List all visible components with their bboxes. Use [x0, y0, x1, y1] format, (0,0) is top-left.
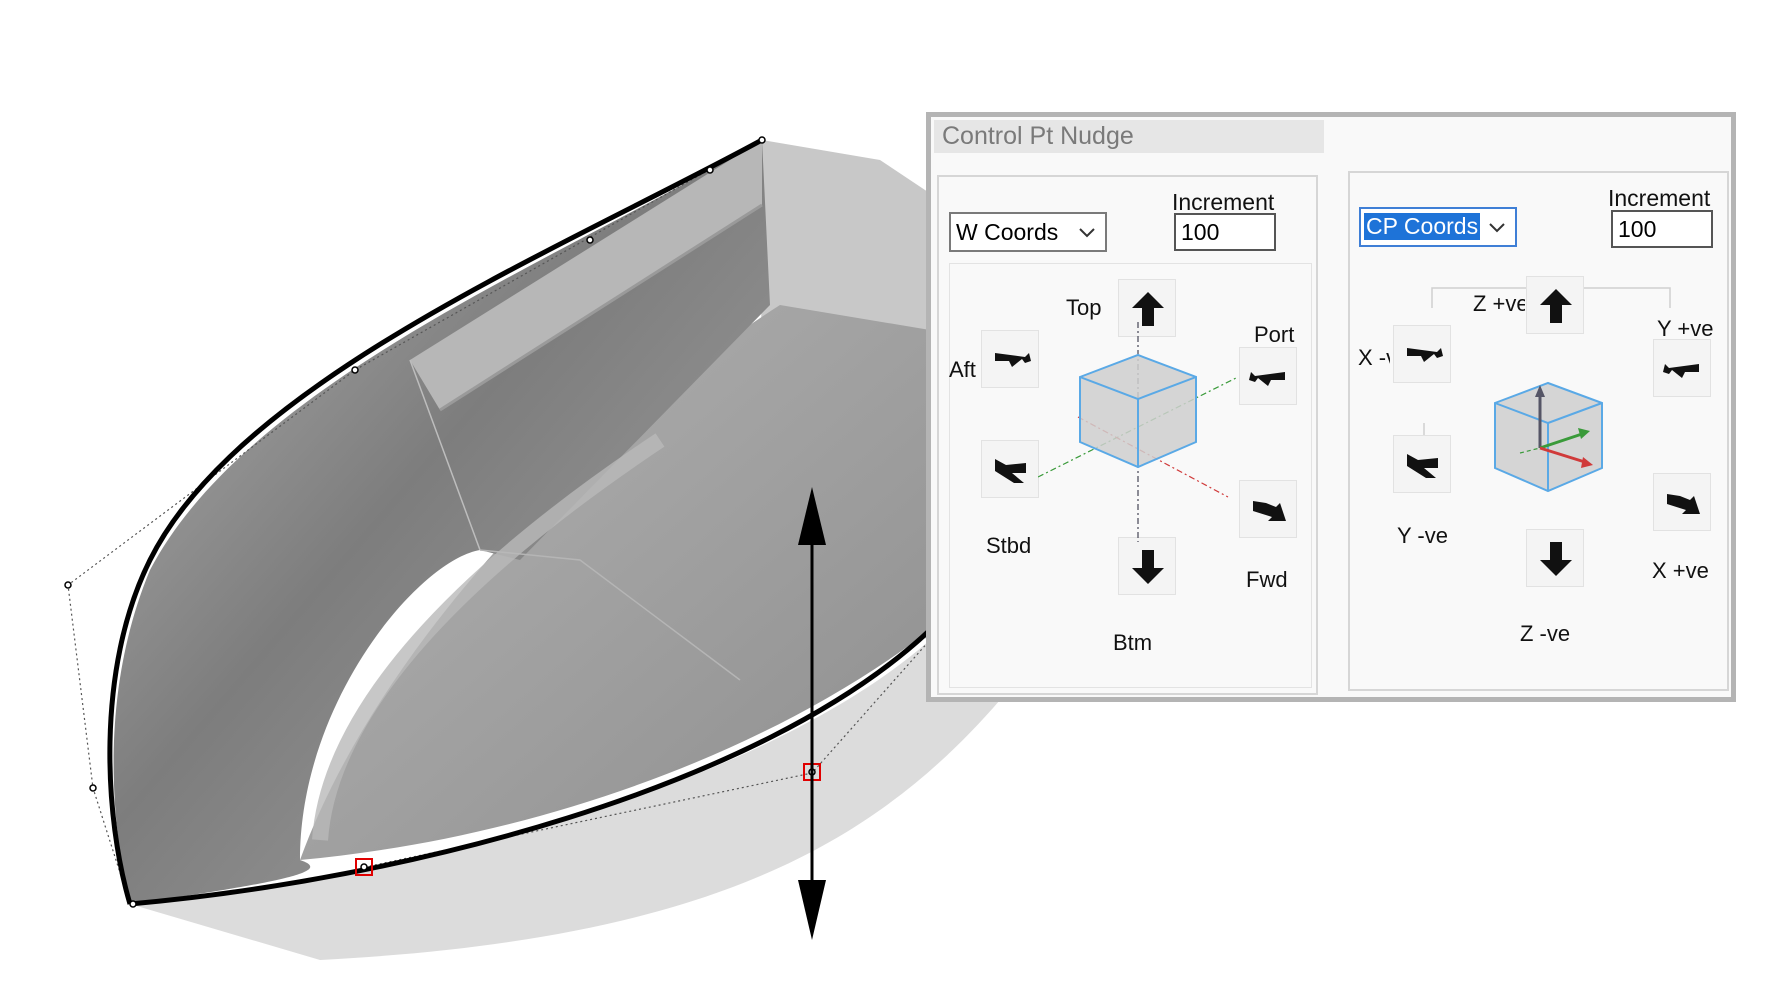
- control-point: [129, 900, 137, 908]
- label-btm: Btm: [1113, 630, 1153, 655]
- nudge-stbd-button[interactable]: [981, 440, 1039, 498]
- world-coords-group: W Coords Increment Top Port Aft Stbd Fwd…: [937, 175, 1318, 695]
- nudge-y-neg-button[interactable]: [1393, 435, 1451, 493]
- nudge-x-pos-button[interactable]: [1653, 473, 1711, 531]
- nudge-y-pos-button[interactable]: [1653, 339, 1711, 397]
- control-point: [586, 236, 594, 244]
- down-arrow-icon: [1540, 542, 1572, 576]
- nudge-fwd-icon: [1667, 494, 1700, 514]
- label-stbd: Stbd: [986, 533, 1032, 558]
- nudge-aft-button[interactable]: [981, 330, 1039, 388]
- nudge-port-icon: [1249, 372, 1285, 386]
- chevron-down-icon: [1079, 228, 1095, 238]
- control-point: [64, 581, 72, 589]
- control-point: [758, 136, 766, 144]
- nudge-port-icon: [1663, 364, 1699, 378]
- nudge-port-button[interactable]: [1239, 347, 1297, 405]
- control-point: [706, 166, 714, 174]
- nudge-z-pos-button[interactable]: [1526, 276, 1584, 334]
- nudge-aft-icon: [995, 353, 1031, 367]
- increment-input[interactable]: [1174, 213, 1276, 251]
- coord-system-value: W Coords: [956, 219, 1059, 245]
- boat-hull: [113, 140, 1000, 960]
- nudge-stbd-icon: [995, 459, 1026, 483]
- nudge-x-neg-button[interactable]: [1393, 325, 1451, 383]
- nudge-fwd-icon: [1253, 501, 1286, 521]
- up-arrow-icon: [1540, 289, 1572, 323]
- panel-title: Control Pt Nudge: [934, 120, 1324, 153]
- nudge-fwd-button[interactable]: [1239, 480, 1297, 538]
- cp-coords-group: CP Coords Increment Z +ve Y +ve X -ve Y …: [1348, 171, 1729, 691]
- label-fwd: Fwd: [1246, 567, 1288, 592]
- label-aft: Aft: [949, 357, 976, 382]
- nudge-z-neg-button[interactable]: [1526, 529, 1584, 587]
- cube-icon: [1494, 381, 1603, 493]
- nudge-aft-icon: [1407, 348, 1443, 362]
- increment-label: Increment: [1172, 189, 1275, 215]
- control-pt-nudge-panel: Control Pt Nudge W Coords Increment Top …: [926, 112, 1736, 702]
- label-port: Port: [1254, 322, 1295, 347]
- control-point: [89, 784, 97, 792]
- nudge-stbd-icon: [1407, 454, 1438, 478]
- cube-icon: [1038, 322, 1238, 542]
- coord-system-select[interactable]: W Coords: [949, 212, 1107, 252]
- control-point: [351, 366, 359, 374]
